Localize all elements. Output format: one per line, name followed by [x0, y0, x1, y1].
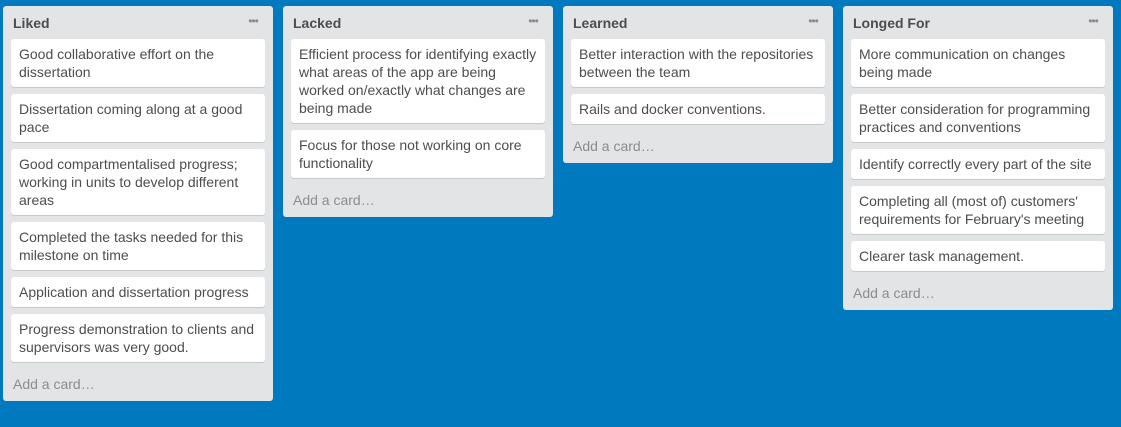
list-longed-for: Longed For ••• More communication on cha…	[843, 6, 1113, 310]
ellipsis-icon[interactable]: •••	[524, 11, 542, 31]
card[interactable]: Dissertation coming along at a good pace	[11, 94, 265, 142]
ellipsis-icon[interactable]: •••	[244, 11, 262, 31]
card[interactable]: Focus for those not working on core func…	[291, 130, 545, 178]
card[interactable]: Completing all (most of) customers' requ…	[851, 186, 1105, 234]
card[interactable]: Better consideration for programming pra…	[851, 94, 1105, 142]
list-header: Liked •••	[11, 6, 265, 39]
card[interactable]: Application and dissertation progress	[11, 277, 265, 307]
card-list: Good collaborative effort on the dissert…	[11, 39, 265, 362]
card[interactable]: Completed the tasks needed for this mile…	[11, 222, 265, 270]
card[interactable]: Progress demonstration to clients and su…	[11, 314, 265, 362]
list-learned: Learned ••• Better interaction with the …	[563, 6, 833, 163]
card[interactable]: Better interaction with the repositories…	[571, 39, 825, 87]
add-card-button[interactable]: Add a card…	[571, 131, 825, 163]
list-liked: Liked ••• Good collaborative effort on t…	[3, 6, 273, 401]
list-title[interactable]: Lacked	[293, 15, 545, 31]
list-lacked: Lacked ••• Efficient process for identif…	[283, 6, 553, 217]
list-title[interactable]: Longed For	[853, 15, 1105, 31]
list-header: Longed For •••	[851, 6, 1105, 39]
card-list: Better interaction with the repositories…	[571, 39, 825, 124]
card[interactable]: Efficient process for identifying exactl…	[291, 39, 545, 123]
card[interactable]: Rails and docker conventions.	[571, 94, 825, 124]
card[interactable]: Good compartmentalised progress; working…	[11, 149, 265, 215]
add-card-button[interactable]: Add a card…	[11, 369, 265, 401]
ellipsis-icon[interactable]: •••	[1084, 11, 1102, 31]
add-card-button[interactable]: Add a card…	[291, 185, 545, 217]
list-header: Lacked •••	[291, 6, 545, 39]
card[interactable]: Clearer task management.	[851, 241, 1105, 271]
ellipsis-icon[interactable]: •••	[804, 11, 822, 31]
card[interactable]: Good collaborative effort on the dissert…	[11, 39, 265, 87]
card[interactable]: More communication on changes being made	[851, 39, 1105, 87]
list-header: Learned •••	[571, 6, 825, 39]
card[interactable]: Identify correctly every part of the sit…	[851, 149, 1105, 179]
card-list: Efficient process for identifying exactl…	[291, 39, 545, 178]
list-title[interactable]: Learned	[573, 15, 825, 31]
list-title[interactable]: Liked	[13, 15, 265, 31]
board: Liked ••• Good collaborative effort on t…	[0, 0, 1121, 427]
add-card-button[interactable]: Add a card…	[851, 278, 1105, 310]
card-list: More communication on changes being made…	[851, 39, 1105, 271]
